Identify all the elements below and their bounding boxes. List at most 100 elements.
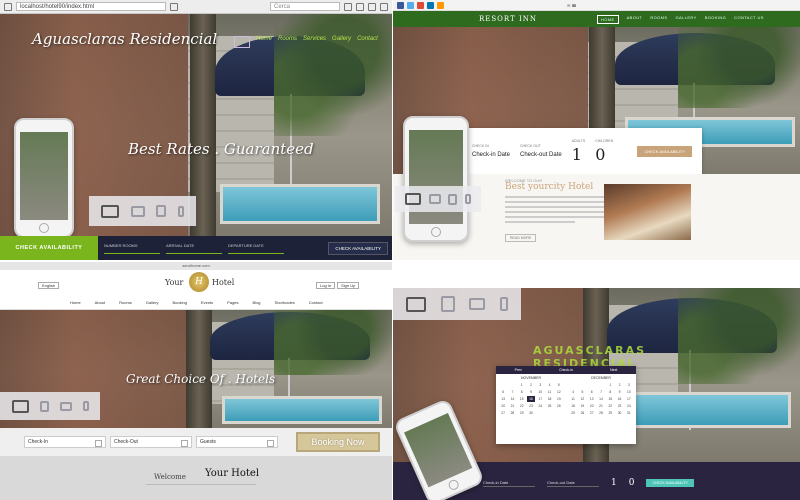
menu-item-pages[interactable]: Pages	[227, 300, 238, 305]
calendar-day[interactable]: 22	[606, 403, 614, 409]
calendar-day[interactable]: 14	[508, 396, 516, 402]
desktop-icon[interactable]	[100, 204, 119, 218]
calendar-day[interactable]: 20	[499, 403, 507, 409]
calendar-day[interactable]: 11	[569, 396, 577, 402]
calendar-day[interactable]: 5	[555, 382, 563, 388]
calendar-day[interactable]: 10	[625, 389, 633, 395]
calendar-day[interactable]: 1	[606, 382, 614, 388]
calendar-day[interactable]: 21	[508, 403, 516, 409]
calendar-day[interactable]: 13	[588, 396, 596, 402]
calendar-day[interactable]: 28	[508, 410, 516, 416]
departure-input[interactable]	[228, 248, 284, 254]
calendar-day[interactable]: 27	[588, 410, 596, 416]
calendar-day[interactable]: 15	[606, 396, 614, 402]
calendar-day[interactable]: 11	[545, 389, 553, 395]
calendar-day[interactable]: 14	[597, 396, 605, 402]
rss-icon[interactable]	[437, 1, 444, 9]
checkin-input[interactable]: Check-In	[24, 436, 106, 448]
google-plus-icon[interactable]	[417, 1, 424, 9]
calendar-day[interactable]: 3	[625, 382, 633, 388]
children-stepper[interactable]: 0	[629, 478, 635, 488]
tablet-portrait-icon[interactable]	[440, 296, 455, 312]
phone-icon[interactable]	[465, 194, 472, 204]
calendar-day[interactable]: 7	[508, 389, 516, 395]
calendar-day[interactable]: 16	[526, 396, 536, 402]
menu-item-events[interactable]: Events	[201, 300, 213, 305]
desktop-icon[interactable]	[404, 193, 421, 205]
calendar-day[interactable]: 9	[527, 389, 535, 395]
menu-item-home[interactable]: Home	[70, 300, 81, 305]
menu-item-contact[interactable]: Contact	[309, 300, 323, 305]
calendar-day[interactable]: 16	[615, 396, 623, 402]
calendar-day[interactable]: 9	[615, 389, 623, 395]
menu-item-gallery[interactable]: Gallery	[146, 300, 159, 305]
booking-now-button[interactable]: Booking Now	[296, 432, 380, 452]
desktop-icon[interactable]	[406, 296, 427, 312]
linkedin-icon[interactable]	[427, 1, 434, 9]
check-availability-button[interactable]: CHECK AVAILABILITY	[646, 479, 694, 487]
phone-icon[interactable]	[178, 205, 185, 217]
calendar-day[interactable]: 18	[545, 396, 553, 402]
menu-item-gallery[interactable]: GALLERY	[676, 15, 697, 24]
download-icon[interactable]	[356, 2, 364, 11]
check-availability-button[interactable]: CHECK AVAILABILITY	[328, 241, 388, 255]
adults-stepper[interactable]: 1	[572, 145, 586, 164]
tablet-landscape-icon[interactable]	[428, 194, 441, 204]
children-stepper[interactable]: 0	[595, 145, 613, 164]
nav-item-home[interactable]: Home	[256, 36, 272, 48]
checkout-input[interactable]: Check-Out	[110, 436, 192, 448]
calendar-day[interactable]: 5	[578, 389, 586, 395]
tablet-portrait-icon[interactable]	[156, 205, 167, 217]
calendar-day[interactable]: 3	[536, 382, 544, 388]
calendar-day[interactable]: 10	[536, 389, 544, 395]
checkin-input[interactable]: Check-in Date	[472, 152, 510, 158]
nav-item-services[interactable]: Services	[303, 36, 326, 48]
guests-select[interactable]: Guests	[196, 436, 278, 448]
signup-button[interactable]: Sign Up	[337, 282, 360, 289]
address-bar[interactable]: serolhome.com	[0, 262, 392, 270]
tablet-portrait-icon[interactable]	[39, 400, 49, 412]
back-icon[interactable]	[4, 2, 12, 11]
calendar-day[interactable]: 29	[606, 410, 614, 416]
calendar-day[interactable]: 8	[518, 389, 526, 395]
calendar-day[interactable]: 18	[569, 403, 577, 409]
calendar-day[interactable]: 30	[527, 410, 535, 416]
reload-icon[interactable]	[170, 2, 178, 11]
calendar-day[interactable]: 17	[625, 396, 633, 402]
tablet-landscape-icon[interactable]	[469, 298, 486, 310]
menu-item-about[interactable]: ABOUT	[627, 15, 643, 24]
next-month-button[interactable]: Next	[610, 368, 617, 372]
facebook-icon[interactable]	[397, 1, 404, 9]
nav-item-contact[interactable]: Contact	[357, 36, 378, 48]
calendar-day[interactable]: 12	[578, 396, 586, 402]
tablet-landscape-icon[interactable]	[130, 205, 145, 217]
address-bar[interactable]: localhost/hotel90/index.html	[16, 2, 166, 11]
calendar-day[interactable]: 26	[578, 410, 586, 416]
calendar-day[interactable]: 6	[588, 389, 596, 395]
calendar-day[interactable]: 22	[518, 403, 526, 409]
menu-item-booking[interactable]: BOOKING	[705, 15, 726, 24]
menu-item-contact[interactable]: CONTACT US	[734, 15, 764, 24]
calendar-day[interactable]: 13	[499, 396, 507, 402]
calendar-day[interactable]: 15	[518, 396, 526, 402]
menu-item-rooms[interactable]: Rooms	[119, 300, 132, 305]
calendar-day[interactable]: 25	[545, 403, 553, 409]
arrival-input[interactable]	[166, 248, 222, 254]
calendar-day[interactable]: 2	[527, 382, 535, 388]
calendar-day[interactable]: 4	[545, 382, 553, 388]
calendar-day[interactable]: 19	[555, 396, 563, 402]
desktop-icon[interactable]	[11, 399, 29, 413]
phone-icon[interactable]	[82, 401, 89, 411]
tablet-portrait-icon[interactable]	[448, 193, 458, 205]
check-availability-button[interactable]: CHECK AVAILABILITY	[637, 145, 692, 157]
menu-item-rooms[interactable]: ROOMS	[650, 15, 667, 24]
calendar-day[interactable]: 24	[536, 403, 544, 409]
calendar-day[interactable]: 23	[615, 403, 623, 409]
menu-item-blog[interactable]: Blog	[253, 300, 261, 305]
calendar-day[interactable]: 7	[597, 389, 605, 395]
calendar-day[interactable]: 17	[536, 396, 544, 402]
calendar-day[interactable]: 25	[569, 410, 577, 416]
calendar-day[interactable]: 30	[615, 410, 623, 416]
checkin-input[interactable]: Check-in Date	[483, 480, 535, 487]
calendar-day[interactable]: 6	[499, 389, 507, 395]
